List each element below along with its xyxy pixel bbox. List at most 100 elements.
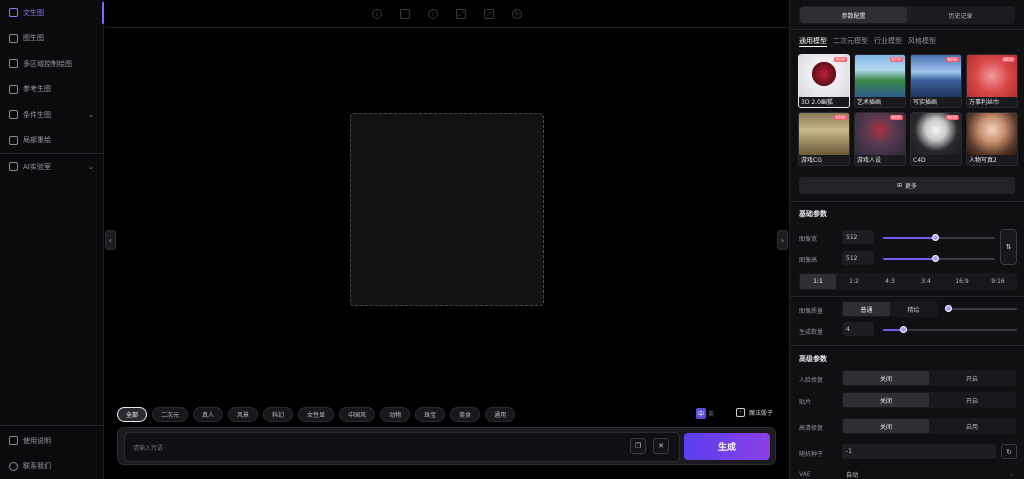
ratio-3-4[interactable]: 3:4 — [908, 274, 944, 289]
new-badge: NEW — [889, 57, 903, 62]
sidebar-item-text-to-image[interactable]: 文生图 — [0, 0, 104, 26]
tag-animal[interactable]: 动物 — [380, 407, 411, 422]
slider-knob[interactable] — [932, 255, 939, 262]
prompt-input[interactable]: 请输入咒语 — [124, 432, 680, 462]
sidebar-item-label: 参考生图 — [23, 85, 51, 94]
height-input[interactable]: 512 — [842, 251, 874, 265]
generate-button[interactable]: 生成 — [684, 433, 770, 460]
hires-off[interactable]: 关闭 — [843, 419, 929, 433]
tag-landscape[interactable]: 风景 — [228, 407, 259, 422]
more-models-button[interactable]: ⊞ 更多 — [799, 177, 1015, 194]
model-card[interactable]: NEW 写实插画 — [910, 54, 962, 108]
tag-general[interactable]: 通用 — [485, 407, 516, 422]
tag-real[interactable]: 真人 — [193, 407, 224, 422]
quality-slider[interactable] — [945, 305, 1017, 312]
quality-label: 图像质量 — [799, 308, 824, 315]
vae-select[interactable]: 自动 ⌄ — [842, 467, 1016, 479]
sidebar-item-manual[interactable]: 使用说明 — [0, 428, 103, 454]
image-placeholder — [350, 113, 544, 306]
model-card[interactable]: NEW 艺术插画 — [854, 54, 906, 108]
height-slider[interactable] — [883, 255, 995, 262]
tab-industry-models[interactable]: 行业模型 — [874, 36, 902, 47]
model-card[interactable]: NEW C4D — [910, 112, 962, 166]
hires-on[interactable]: 启用 — [929, 419, 1015, 433]
tab-anime-models[interactable]: 二次元模型 — [833, 36, 868, 47]
ratio-9-16[interactable]: 9:16 — [980, 274, 1016, 289]
new-badge: NEW — [945, 115, 959, 120]
lang-en[interactable]: 英 — [708, 409, 714, 418]
tag-food[interactable]: 美食 — [450, 407, 481, 422]
tab-history[interactable]: 历史记录 — [907, 7, 1014, 23]
tag-female[interactable]: 女性显 — [298, 407, 335, 422]
condition-icon — [9, 110, 18, 120]
tab-general-models[interactable]: 通用模型 — [799, 36, 827, 47]
tag-jewelry[interactable]: 珠宝 — [415, 407, 446, 422]
slider-knob[interactable] — [900, 326, 907, 333]
save-icon[interactable] — [400, 8, 410, 19]
more-label: 更多 — [905, 183, 918, 190]
ratio-16-9[interactable]: 16:9 — [944, 274, 980, 289]
model-card[interactable]: 人物写真2 — [966, 112, 1018, 166]
sidebar-item-ai-lab[interactable]: AI实验室 ⌄ — [0, 154, 103, 180]
copy-icon[interactable]: ❐ — [630, 438, 646, 454]
slider-knob[interactable] — [945, 305, 952, 312]
sidebar-item-label: 联系我们 — [23, 462, 51, 471]
ratio-1-2[interactable]: 1:2 — [836, 274, 872, 289]
tag-scifi[interactable]: 科幻 — [263, 407, 294, 422]
chevron-down-icon: ⌄ — [88, 110, 94, 119]
seed-input[interactable]: -1 — [842, 444, 996, 459]
sidebar-item-contact[interactable]: 联系我们 — [0, 454, 103, 479]
face-fix-off[interactable]: 关闭 — [843, 371, 929, 385]
sidebar-item-inpaint[interactable]: 局部重绘 — [0, 128, 103, 154]
width-label: 图像宽 — [799, 236, 818, 243]
quality-normal[interactable]: 普通 — [843, 302, 890, 316]
divider — [790, 296, 1024, 297]
sidebar-item-image-to-image[interactable]: 图生图 — [0, 26, 103, 52]
collapse-right-button[interactable]: › — [777, 230, 788, 250]
swap-dimensions-button[interactable]: ⇅ — [1000, 229, 1017, 265]
ratio-4-3[interactable]: 4:3 — [872, 274, 908, 289]
magic-dice-button[interactable]: ⁘ 魔法骰子 — [736, 408, 773, 417]
model-card[interactable]: NEW 万事利丝巾 — [966, 54, 1018, 108]
app-root: 文生图 图生图 多区域控制绘图 参考生图 条件生图 ⌄ 局部重绘 AI实验室 ⌄ — [0, 0, 1024, 479]
new-badge: NEW — [889, 115, 903, 120]
tag-all[interactable]: 全部 — [117, 407, 148, 422]
slider-fill — [883, 258, 936, 260]
ratio-1-1[interactable]: 1:1 — [800, 274, 836, 289]
model-grid: NEW 3D 2.0幽狐 NEW 艺术插画 NEW 写实插画 NEW 万事利丝巾… — [798, 54, 1018, 166]
refresh-seed-icon[interactable]: ↻ — [1001, 444, 1017, 459]
sidebar-item-condition[interactable]: 条件生图 ⌄ — [0, 102, 103, 128]
sidebar-item-reference[interactable]: 参考生图 — [0, 77, 103, 103]
model-card[interactable]: NEW 游戏CG — [798, 112, 850, 166]
quality-fine[interactable]: 精绘 — [890, 302, 937, 316]
tab-params[interactable]: 参数配置 — [800, 7, 907, 23]
tab-style-models[interactable]: 风格模型 — [908, 36, 936, 47]
download-icon[interactable]: ↓ — [372, 8, 382, 19]
clear-icon[interactable]: ✕ — [653, 438, 669, 454]
tag-chinese[interactable]: 中国风 — [339, 407, 376, 422]
tag-anime[interactable]: 二次元 — [152, 407, 189, 422]
divider — [790, 29, 1024, 30]
count-slider[interactable] — [883, 326, 1017, 333]
slider-knob[interactable] — [932, 234, 939, 241]
count-input[interactable]: 4 — [842, 322, 874, 336]
collapse-left-button[interactable]: ‹ — [105, 230, 116, 250]
model-card[interactable]: NEW 游戏人设 — [854, 112, 906, 166]
info-icon[interactable]: i — [428, 8, 438, 19]
width-slider[interactable] — [883, 234, 995, 241]
fullscreen-icon[interactable]: ⤢ — [456, 8, 466, 19]
tile-on[interactable]: 开启 — [929, 393, 1015, 407]
tile-off[interactable]: 关闭 — [843, 393, 929, 407]
width-input[interactable]: 512 — [842, 230, 874, 244]
redo-icon[interactable]: ↻ — [512, 8, 522, 19]
new-badge: NEW — [945, 57, 959, 62]
face-fix-on[interactable]: 开启 — [929, 371, 1015, 385]
language-toggle[interactable]: 中 英 — [696, 408, 714, 419]
sidebar-item-multi-region[interactable]: 多区域控制绘图 — [0, 51, 103, 77]
lang-zh[interactable]: 中 — [696, 408, 707, 419]
image-text-icon — [9, 8, 18, 18]
export-icon[interactable]: ↗ — [484, 8, 494, 19]
model-card[interactable]: NEW 3D 2.0幽狐 — [798, 54, 850, 108]
dice-icon: ⁘ — [736, 408, 745, 417]
sidebar-item-label: AI实验室 — [23, 162, 51, 171]
